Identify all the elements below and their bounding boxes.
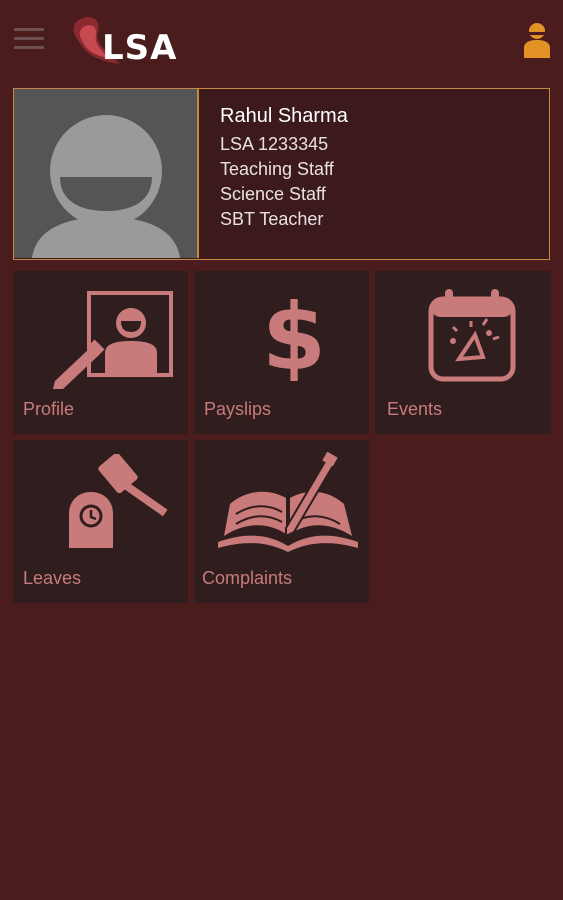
profile-edit-icon bbox=[53, 291, 173, 389]
tile-events[interactable]: Events bbox=[375, 271, 551, 434]
avatar bbox=[14, 89, 197, 258]
profile-category: Teaching Staff bbox=[220, 159, 334, 179]
app-bar: LSA bbox=[0, 0, 563, 80]
dollar-icon: $ bbox=[262, 291, 326, 381]
profile-department: Science Staff bbox=[220, 184, 326, 204]
card-divider bbox=[197, 89, 199, 258]
tile-label: Events bbox=[387, 399, 443, 419]
profile-card[interactable]: Rahul Sharma LSA 1233345 Teaching Staff … bbox=[13, 88, 550, 260]
avatar-placeholder-icon bbox=[32, 115, 180, 258]
svg-text:$: $ bbox=[262, 291, 326, 381]
gavel-clock-icon bbox=[69, 454, 168, 548]
tile-leaves[interactable]: Leaves bbox=[13, 440, 188, 603]
profile-name: Rahul Sharma bbox=[220, 105, 348, 127]
tile-payslips[interactable]: $ Payslips bbox=[194, 271, 369, 434]
tile-label: Profile bbox=[23, 399, 75, 419]
profile-id: LSA 1233345 bbox=[220, 134, 329, 154]
profile-info: Rahul Sharma LSA 1233345 Teaching Staff … bbox=[220, 105, 348, 232]
user-account-icon[interactable] bbox=[522, 20, 552, 60]
logo-text: LSA bbox=[102, 28, 178, 68]
hamburger-menu-icon[interactable] bbox=[14, 28, 44, 52]
tile-label: Complaints bbox=[202, 568, 293, 588]
calendar-party-icon bbox=[428, 289, 516, 382]
book-pen-icon bbox=[218, 452, 358, 552]
tile-complaints[interactable]: Complaints bbox=[194, 440, 369, 603]
tile-label: Leaves bbox=[23, 568, 82, 588]
profile-designation: SBT Teacher bbox=[220, 209, 324, 229]
tile-label: Payslips bbox=[204, 399, 272, 419]
tile-profile[interactable]: Profile bbox=[13, 271, 188, 434]
app-logo: LSA bbox=[68, 12, 198, 70]
